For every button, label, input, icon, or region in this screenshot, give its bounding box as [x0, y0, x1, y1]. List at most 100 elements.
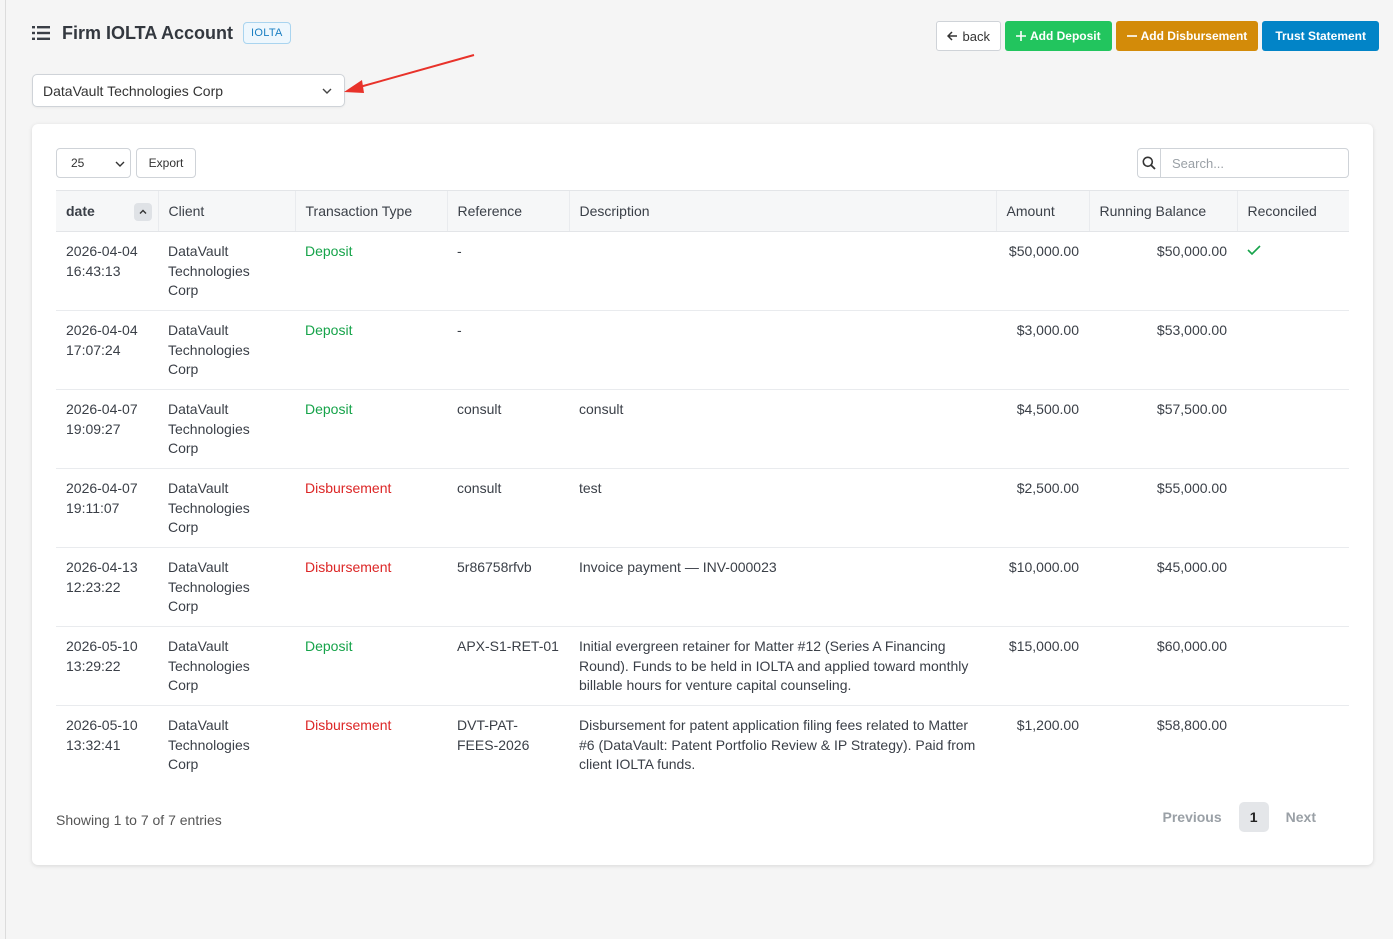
column-header-transaction-type[interactable]: Transaction Type — [294, 190, 447, 232]
cell-description: Disbursement for patent application fili… — [579, 717, 976, 772]
cell-amount: $1,200.00 — [1016, 717, 1079, 733]
cell-transaction-type: Deposit — [295, 310, 447, 390]
table-row[interactable]: 2026-04-07 19:09:27 DataVault Technologies… — [56, 389, 1349, 469]
table-row[interactable]: 2026-04-13 12:23:22 DataVault Technologies… — [56, 547, 1349, 627]
cell-transaction-type: Deposit — [295, 389, 447, 469]
cell-date: 2026-04-04 17:07:24 — [56, 310, 158, 390]
arrow-left-icon — [947, 31, 958, 41]
column-header-amount[interactable]: Amount — [995, 190, 1089, 232]
cell-transaction-type: Deposit — [295, 626, 447, 706]
pagination: Previous 1 Next — [1146, 802, 1334, 832]
cell-description: consult — [569, 389, 996, 469]
minus-icon — [1126, 35, 1137, 37]
cell-reference: consult — [447, 389, 569, 469]
cell-running-balance: $60,000.00 — [1089, 626, 1237, 706]
cell-date: 2026-04-13 12:23:22 — [56, 547, 158, 627]
header-actions: back Add Deposit Add Disbursement Trust … — [936, 21, 1379, 51]
trust-statement-button[interactable]: Trust Statement — [1262, 21, 1379, 51]
cell-date: 2026-05-10 13:29:22 — [56, 626, 158, 706]
cell-reference: DVT-PAT-FEES-2026 — [457, 717, 530, 753]
add-deposit-button[interactable]: Add Deposit — [1004, 21, 1112, 51]
column-header-reference[interactable]: Reference — [446, 190, 569, 232]
cell-description: Invoice payment — INV-000023 — [569, 547, 996, 627]
column-header-reconciled[interactable]: Reconciled — [1236, 190, 1349, 232]
cell-reconciled — [1237, 706, 1349, 785]
cell-reconciled — [1237, 389, 1349, 469]
cell-running-balance: $55,000.00 — [1089, 468, 1237, 548]
cell-reconciled — [1237, 231, 1349, 311]
cell-running-balance: $45,000.00 — [1089, 547, 1237, 627]
chevron-down-icon — [115, 161, 125, 167]
table-body: 2026-04-04 16:43:13 DataVault Technologies… — [56, 231, 1349, 785]
page-1-button[interactable]: 1 — [1238, 802, 1269, 832]
table-row[interactable]: 2026-04-07 19:11:07 DataVault Technologies… — [56, 468, 1349, 548]
cell-running-balance: $50,000.00 — [1089, 231, 1237, 311]
list-icon — [32, 26, 50, 40]
page: Firm IOLTA Account IOLTA back Add Deposi… — [5, 0, 1393, 939]
table-row[interactable]: 2026-04-04 17:07:24 DataVault Technologies… — [56, 310, 1349, 390]
column-header-client[interactable]: Client — [157, 190, 295, 232]
cell-description — [569, 231, 996, 311]
cell-amount: $15,000.00 — [996, 626, 1089, 706]
cell-amount: $50,000.00 — [996, 231, 1089, 311]
cell-date: 2026-04-07 19:09:27 — [56, 389, 158, 469]
back-label: back — [962, 28, 990, 44]
column-header-description[interactable]: Description — [568, 190, 996, 232]
search-box — [1137, 148, 1349, 178]
cell-reconciled — [1237, 310, 1349, 390]
column-header-date[interactable]: date — [56, 190, 158, 232]
page-title: Firm IOLTA Account — [62, 22, 233, 43]
next-page-button[interactable]: Next — [1269, 809, 1333, 825]
cell-amount: $2,500.00 — [996, 468, 1089, 548]
add-disbursement-button[interactable]: Add Disbursement — [1115, 21, 1259, 51]
cell-transaction-type: Disbursement — [295, 547, 447, 627]
cell-amount: $3,000.00 — [996, 310, 1089, 390]
page-length-select[interactable]: 25 — [56, 148, 131, 178]
cell-client: DataVault Technologies Corp — [158, 231, 295, 311]
search-icon — [1142, 156, 1156, 170]
column-header-running-balance[interactable]: Running Balance — [1088, 190, 1237, 232]
cell-client: DataVault Technologies Corp — [158, 389, 295, 469]
chevron-down-icon — [322, 88, 332, 94]
cell-client: DataVault Technologies Corp — [158, 626, 295, 706]
cell-transaction-type: Deposit — [295, 231, 447, 311]
table-header-row: date Client Transaction Type Reference D… — [56, 190, 1349, 232]
cell-reference: APX-S1-RET-01 — [447, 626, 569, 706]
cell-reconciled — [1237, 626, 1349, 706]
cell-reference: 5r86758rfvb — [447, 547, 569, 627]
table-row[interactable]: 2026-05-10 13:32:41 DataVault Technologies… — [56, 706, 1349, 785]
cell-date: 2026-04-07 19:11:07 — [56, 468, 158, 548]
cell-reconciled — [1237, 468, 1349, 548]
client-select-value: DataVault Technologies Corp — [43, 82, 224, 99]
back-button[interactable]: back — [936, 21, 1001, 51]
cell-reference: - — [447, 231, 569, 311]
cell-running-balance: $57,500.00 — [1089, 389, 1237, 469]
cell-reference: - — [447, 310, 569, 390]
cell-amount: $10,000.00 — [996, 547, 1089, 627]
title-group: Firm IOLTA Account IOLTA — [32, 22, 291, 44]
trust-statement-label: Trust Statement — [1275, 29, 1366, 43]
annotation-arrow — [344, 54, 475, 93]
cell-client: DataVault Technologies Corp — [168, 717, 250, 772]
add-deposit-label: Add Deposit — [1029, 29, 1101, 43]
cell-running-balance: $53,000.00 — [1089, 310, 1237, 390]
search-input[interactable] — [1161, 149, 1348, 177]
cell-description: Initial evergreen retainer for Matter #1… — [569, 626, 996, 706]
cell-reference: consult — [447, 468, 569, 548]
table-row[interactable]: 2026-04-04 16:43:13 DataVault Technologies… — [56, 231, 1349, 311]
previous-page-button[interactable]: Previous — [1146, 809, 1239, 825]
export-button[interactable]: Export — [136, 148, 196, 178]
sort-up-icon[interactable] — [133, 203, 152, 221]
cell-client: DataVault Technologies Corp — [158, 468, 295, 548]
plus-icon — [1015, 31, 1026, 41]
search-button[interactable] — [1138, 149, 1161, 177]
cell-running-balance: $58,800.00 — [1156, 717, 1227, 733]
cell-client: DataVault Technologies Corp — [158, 547, 295, 627]
cell-client: DataVault Technologies Corp — [158, 310, 295, 390]
check-icon — [1247, 245, 1261, 256]
table-info: Showing 1 to 7 of 7 entries — [56, 812, 222, 828]
client-select[interactable]: DataVault Technologies Corp — [32, 74, 345, 107]
add-disbursement-label: Add Disbursement — [1140, 29, 1248, 43]
table-row[interactable]: 2026-05-10 13:29:22 DataVault Technologies… — [56, 626, 1349, 706]
cell-amount: $4,500.00 — [996, 389, 1089, 469]
